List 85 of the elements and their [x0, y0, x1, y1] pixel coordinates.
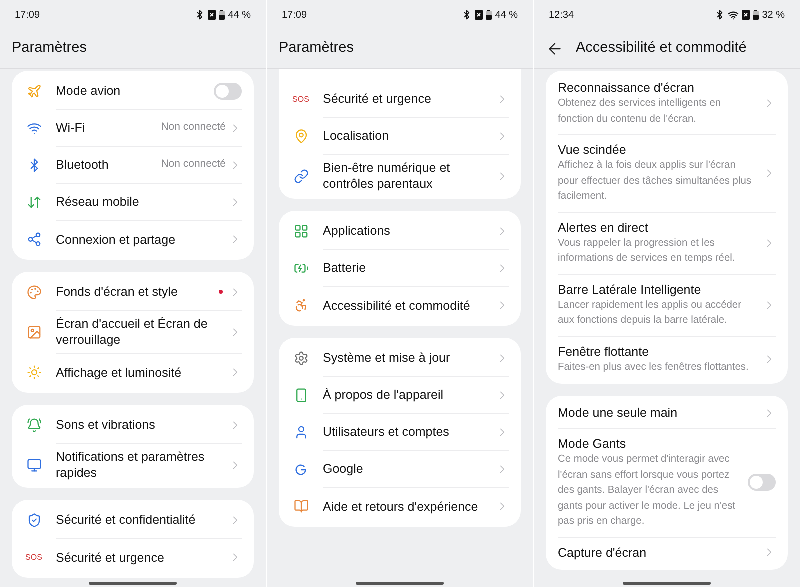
accessibility-icon [294, 298, 308, 313]
battery-icon [294, 261, 308, 276]
setting-label[interactable]: Bluetooth [56, 157, 162, 173]
setting-label[interactable]: Mode une seule main [558, 405, 763, 421]
settings-icon [294, 351, 308, 366]
setting-label[interactable]: Reconnaissance d'écran [558, 80, 763, 96]
bluetooth-icon [195, 10, 206, 20]
grid-icon [294, 224, 308, 239]
bluetooth-icon [715, 10, 726, 20]
pin-icon [294, 129, 308, 144]
setting-value: Non connecté [161, 157, 226, 172]
setting-description: Obtenez des services intelligents en fonction du contenu de l'écran. [558, 97, 722, 126]
sos-icon: SOS [26, 552, 42, 564]
back-icon[interactable] [546, 40, 564, 58]
bell-icon [26, 418, 42, 433]
setting-label[interactable]: Écran d'accueil et Écran de verrouillage [56, 316, 229, 348]
bluetooth-icon [462, 10, 472, 20]
toggle-switch[interactable] [748, 474, 776, 492]
setting-label[interactable]: Fenêtre flottante [558, 344, 763, 360]
logo-icon [293, 462, 309, 478]
sim-icon [742, 10, 750, 20]
setting-label[interactable]: Système et mise à jour [323, 350, 496, 366]
battery-icon [219, 10, 226, 20]
battery-icon [753, 10, 760, 20]
setting-label[interactable]: Alertes en direct [558, 220, 763, 236]
setting-label[interactable]: Sons et vibrations [56, 417, 229, 433]
setting-label[interactable]: Sécurité et urgence [56, 550, 229, 566]
shield-icon [26, 513, 42, 528]
link-icon [294, 168, 308, 184]
setting-label[interactable]: Accessibilité et commodité [323, 298, 496, 314]
monitor-icon [26, 458, 42, 472]
home-indicator[interactable] [623, 582, 711, 585]
setting-description: Faites-en plus avec les fenêtres flottantes. [558, 360, 750, 374]
battery-icon [486, 10, 492, 20]
setting-label[interactable]: Capture d'écran [558, 544, 763, 560]
setting-label[interactable]: Bien-être numérique et contrôles parentaux [323, 160, 496, 192]
setting-label[interactable]: Applications [323, 223, 496, 239]
setting-label[interactable]: Mode avion [56, 83, 214, 99]
page-title: Paramètres [12, 39, 87, 58]
page-title: Accessibilité et commodité [576, 39, 747, 58]
phone-icon [294, 388, 308, 403]
setting-label[interactable]: Affichage et luminosité [56, 364, 229, 380]
setting-description: Lancer rapidement les applis ou accéder aux fonctions depuis la barre latérale. [558, 298, 742, 328]
setting-label[interactable]: Notifications et paramètres rapides [56, 449, 229, 481]
setting-label[interactable]: Utilisateurs et comptes [323, 424, 496, 440]
image-icon [26, 325, 42, 340]
setting-value: Non connecté [161, 120, 226, 136]
setting-label[interactable]: Batterie [323, 260, 496, 276]
page-title: Paramètres [279, 39, 354, 58]
toggle-switch[interactable] [214, 82, 242, 100]
home-indicator[interactable] [89, 582, 177, 585]
wifi-icon [728, 10, 740, 20]
palette-icon [26, 285, 42, 300]
sun-icon [26, 365, 42, 380]
sos-icon: SOS [292, 94, 310, 106]
battery-percent: 44 % [495, 8, 518, 22]
setting-description: Vous rappeler la progression et les informations de services en temps réel. [558, 236, 736, 266]
setting-label[interactable]: Google [323, 461, 496, 477]
setting-description: Ce mode vous permet d'interagir avec l'écran sans effort lorsque vous portez des gants. Balayer l'écran avec des gants pour activer le mode. Le jeu n'est pas pris en charge. [558, 453, 737, 529]
setting-label[interactable]: À propos de l'appareil [323, 387, 496, 403]
battery-percent: 44 % [228, 8, 251, 22]
setting-label[interactable]: Fonds d'écran et style [56, 284, 219, 300]
sim-icon [475, 10, 484, 20]
share-icon [26, 232, 42, 247]
setting-label[interactable]: Mode Gants [558, 436, 748, 452]
status-time: 17:09 [282, 8, 308, 22]
sim-icon [208, 10, 216, 20]
arrows-icon [26, 195, 42, 210]
setting-label[interactable]: Connexion et partage [56, 232, 229, 248]
status-time: 12:34 [549, 8, 574, 22]
book-icon [294, 499, 308, 514]
home-indicator[interactable] [356, 582, 444, 585]
setting-label[interactable]: Aide et retours d'expérience [323, 498, 496, 514]
battery-percent: 32 % [762, 8, 785, 22]
setting-description: Affichez à la fois deux applis sur l'écran pour effectuer des tâches simultanées plus facilement. [558, 159, 752, 204]
setting-label[interactable]: Réseau mobile [56, 194, 229, 210]
setting-label[interactable]: Wi-Fi [56, 120, 162, 136]
setting-label[interactable]: Vue scindée [558, 142, 763, 158]
setting-label[interactable]: Sécurité et confidentialité [56, 512, 229, 528]
setting-label[interactable]: Sécurité et urgence [323, 91, 496, 107]
setting-label[interactable]: Barre Latérale Intelligente [558, 282, 763, 298]
plane-icon [26, 84, 42, 99]
setting-label[interactable]: Localisation [323, 128, 496, 144]
status-time: 17:09 [15, 8, 40, 22]
user-icon [294, 425, 308, 440]
